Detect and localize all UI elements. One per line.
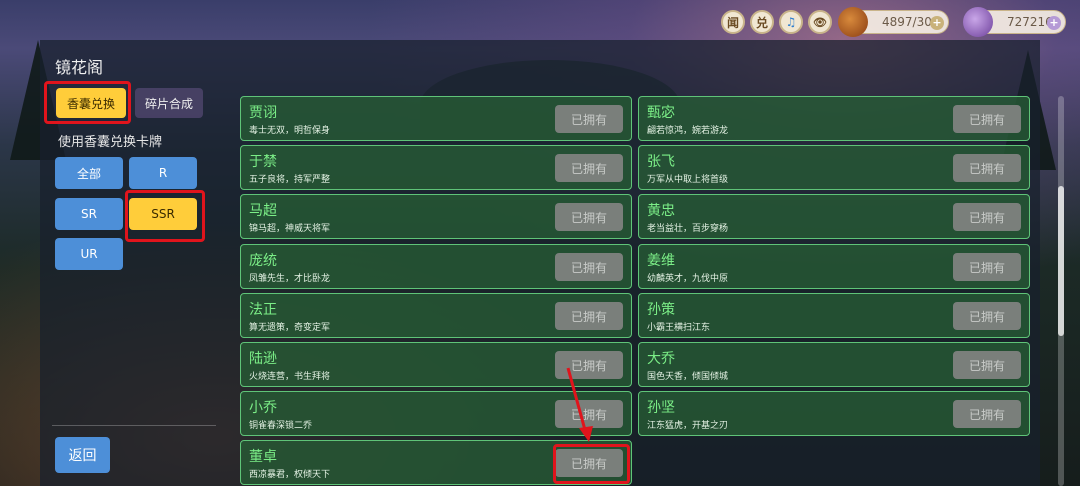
card-item: 庞统 凤雏先生，才比卧龙 已拥有	[240, 244, 632, 289]
card-name: 董卓	[249, 449, 277, 465]
card-item: 孙策 小霸王横扫江东 已拥有	[638, 293, 1030, 338]
card-name: 小乔	[249, 400, 277, 416]
eye-icon[interactable]: 👁	[808, 10, 832, 34]
list-scrollbar[interactable]	[1058, 96, 1064, 486]
gem-icon	[963, 7, 993, 37]
card-item: 大乔 国色天香，倾国倾城 已拥有	[638, 342, 1030, 387]
card-name: 孙坚	[647, 400, 675, 416]
card-description: 国色天香，倾国倾城	[647, 372, 729, 382]
coin-bag-icon	[838, 7, 868, 37]
card-item: 孙坚 江东猛虎，开基之刃 已拥有	[638, 391, 1030, 436]
redeem-icon[interactable]: 兑	[750, 10, 774, 34]
exchange-panel: 镜花阁 香囊兑换 碎片合成 使用香囊兑换卡牌 全部 R SR SSR UR 返回…	[40, 40, 1040, 486]
card-name: 姜维	[647, 253, 675, 269]
card-description: 算无遗策，奇变定军	[249, 323, 331, 333]
card-description: 万军从中取上将首级	[647, 175, 729, 185]
card-item: 于禁 五子良将，持军严整 已拥有	[240, 145, 632, 190]
filter-sr-button[interactable]: SR	[55, 198, 123, 230]
card-item: 贾诩 毒士无双，明哲保身 已拥有	[240, 96, 632, 141]
card-item: 甄宓 翩若惊鸿，婉若游龙 已拥有	[638, 96, 1030, 141]
card-name: 马超	[249, 203, 277, 219]
owned-button[interactable]: 已拥有	[555, 400, 623, 428]
tab-sachet-exchange[interactable]: 香囊兑换	[56, 88, 126, 118]
card-item: 法正 算无遗策，奇变定军 已拥有	[240, 293, 632, 338]
add-currency-icon[interactable]: +	[1047, 16, 1061, 30]
tab-fragment-synthesis[interactable]: 碎片合成	[135, 88, 203, 118]
card-name: 贾诩	[249, 105, 277, 121]
card-description: 铜雀春深锁二乔	[249, 421, 313, 431]
top-bar: 闻 兑 ♫ 👁 4897/30 + 727216 +	[0, 0, 1080, 40]
card-item: 姜维 幼麟英才，九伐中原 已拥有	[638, 244, 1030, 289]
card-item: 陆逊 火烧连营，书生拜将 已拥有	[240, 342, 632, 387]
card-name: 张飞	[647, 154, 675, 170]
card-description: 翩若惊鸿，婉若游龙	[647, 126, 729, 136]
card-description: 幼麟英才，九伐中原	[647, 274, 729, 284]
card-item: 黄忠 老当益壮，百步穿杨 已拥有	[638, 194, 1030, 239]
card-description: 火烧连营，书生拜将	[249, 372, 331, 382]
card-description: 老当益壮，百步穿杨	[647, 224, 729, 234]
card-description: 毒士无双，明哲保身	[249, 126, 331, 136]
stamina-value: 4897/30	[882, 15, 932, 29]
filter-ur-button[interactable]: UR	[55, 238, 123, 270]
card-description: 西凉暴君，权倾天下	[249, 470, 331, 480]
owned-button[interactable]: 已拥有	[555, 302, 623, 330]
owned-button[interactable]: 已拥有	[953, 154, 1021, 182]
card-description: 江东猛虎，开基之刃	[647, 421, 729, 431]
owned-button[interactable]: 已拥有	[555, 253, 623, 281]
owned-button[interactable]: 已拥有	[555, 105, 623, 133]
music-icon[interactable]: ♫	[779, 10, 803, 34]
card-name: 庞统	[249, 253, 277, 269]
card-description: 五子良将，持军严整	[249, 175, 331, 185]
card-item: 小乔 铜雀春深锁二乔 已拥有	[240, 391, 632, 436]
page-title: 镜花阁	[55, 58, 104, 77]
stamina-pill: 4897/30 +	[838, 7, 949, 37]
owned-button[interactable]: 已拥有	[953, 351, 1021, 379]
card-item: 马超 锦马超，神威天将军 已拥有	[240, 194, 632, 239]
card-name: 大乔	[647, 351, 675, 367]
filter-r-button[interactable]: R	[129, 157, 197, 189]
card-name: 孙策	[647, 302, 675, 318]
back-button[interactable]: 返回	[55, 437, 110, 473]
filter-all-button[interactable]: 全部	[55, 157, 123, 189]
divider	[52, 425, 216, 426]
card-description: 锦马超，神威天将军	[249, 224, 331, 234]
card-list: 贾诩 毒士无双，明哲保身 已拥有 甄宓 翩若惊鸿，婉若游龙 已拥有 于禁 五子良…	[240, 96, 1032, 486]
owned-button[interactable]: 已拥有	[953, 203, 1021, 231]
card-description: 小霸王横扫江东	[647, 323, 711, 333]
filter-ssr-button[interactable]: SSR	[129, 198, 197, 230]
card-name: 法正	[249, 302, 277, 318]
card-name: 于禁	[249, 154, 277, 170]
news-icon[interactable]: 闻	[721, 10, 745, 34]
owned-button[interactable]: 已拥有	[953, 302, 1021, 330]
owned-button[interactable]: 已拥有	[555, 203, 623, 231]
owned-button[interactable]: 已拥有	[953, 400, 1021, 428]
currency-pill: 727216 +	[963, 7, 1066, 37]
owned-button[interactable]: 已拥有	[555, 154, 623, 182]
owned-button[interactable]: 已拥有	[953, 253, 1021, 281]
card-description: 凤雏先生，才比卧龙	[249, 274, 331, 284]
card-name: 陆逊	[249, 351, 277, 367]
card-item: 张飞 万军从中取上将首级 已拥有	[638, 145, 1030, 190]
card-name: 甄宓	[647, 105, 675, 121]
section-subtitle: 使用香囊兑换卡牌	[58, 135, 163, 150]
owned-button[interactable]: 已拥有	[555, 351, 623, 379]
scrollbar-thumb[interactable]	[1058, 186, 1064, 336]
owned-button[interactable]: 已拥有	[953, 105, 1021, 133]
currency-value: 727216	[1007, 15, 1053, 29]
card-name: 黄忠	[647, 203, 675, 219]
owned-button[interactable]: 已拥有	[555, 449, 623, 477]
card-item: 董卓 西凉暴君，权倾天下 已拥有	[240, 440, 632, 485]
add-stamina-icon[interactable]: +	[930, 16, 944, 30]
